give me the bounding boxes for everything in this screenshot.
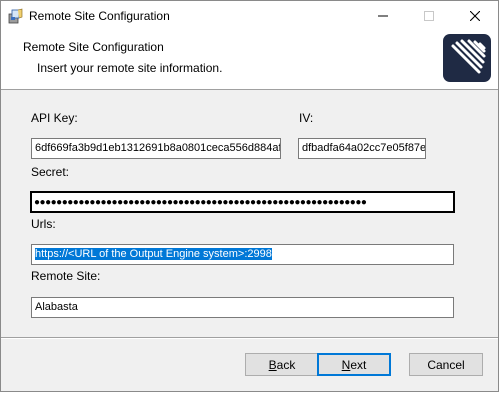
remote-site-value: Alabasta (35, 301, 78, 313)
header-title: Remote Site Configuration (23, 40, 164, 54)
footer-separator (1, 337, 498, 339)
remote-site-label: Remote Site: (31, 269, 101, 283)
api-key-input[interactable]: 6df669fa3b9d1eb1312691b8a0801ceca556d884… (31, 138, 281, 159)
title-bar[interactable]: Remote Site Configuration (1, 1, 498, 31)
maximize-icon (424, 11, 434, 21)
urls-value: https://<URL of the Output Engine system… (35, 248, 272, 260)
back-button[interactable]: Back (245, 353, 319, 376)
close-button[interactable] (452, 1, 498, 31)
minimize-icon (378, 15, 388, 17)
installer-window: Remote Site Configuration Remote Site Co… (0, 0, 499, 392)
maximize-button[interactable] (406, 1, 452, 31)
iv-label: IV: (299, 111, 314, 125)
api-key-label: API Key: (31, 111, 78, 125)
close-icon (470, 11, 480, 21)
next-button-label: Next (341, 357, 367, 372)
window-title: Remote Site Configuration (29, 9, 170, 23)
cancel-button[interactable]: Cancel (409, 353, 483, 376)
installer-app-icon (8, 8, 24, 24)
app-logo-icon (443, 34, 491, 82)
secret-label: Secret: (31, 165, 70, 179)
back-button-label: Back (268, 357, 296, 372)
secret-value: ●●●●●●●●●●●●●●●●●●●●●●●●●●●●●●●●●●●●●●●●… (34, 197, 367, 208)
iv-input[interactable]: dfbadfa64a02cc7e05f87e (298, 138, 426, 159)
minimize-button[interactable] (360, 1, 406, 31)
iv-value: dfbadfa64a02cc7e05f87e (302, 142, 426, 154)
cancel-button-label: Cancel (427, 357, 465, 372)
urls-input[interactable]: https://<URL of the Output Engine system… (31, 244, 454, 265)
wizard-header: Remote Site Configuration Insert your re… (1, 31, 498, 90)
secret-input[interactable]: ●●●●●●●●●●●●●●●●●●●●●●●●●●●●●●●●●●●●●●●●… (30, 191, 455, 213)
api-key-value: 6df669fa3b9d1eb1312691b8a0801ceca556d884… (35, 142, 281, 154)
remote-site-input[interactable]: Alabasta (31, 297, 454, 318)
header-subtitle: Insert your remote site information. (37, 61, 223, 75)
next-button[interactable]: Next (317, 353, 391, 376)
urls-label: Urls: (31, 217, 56, 231)
